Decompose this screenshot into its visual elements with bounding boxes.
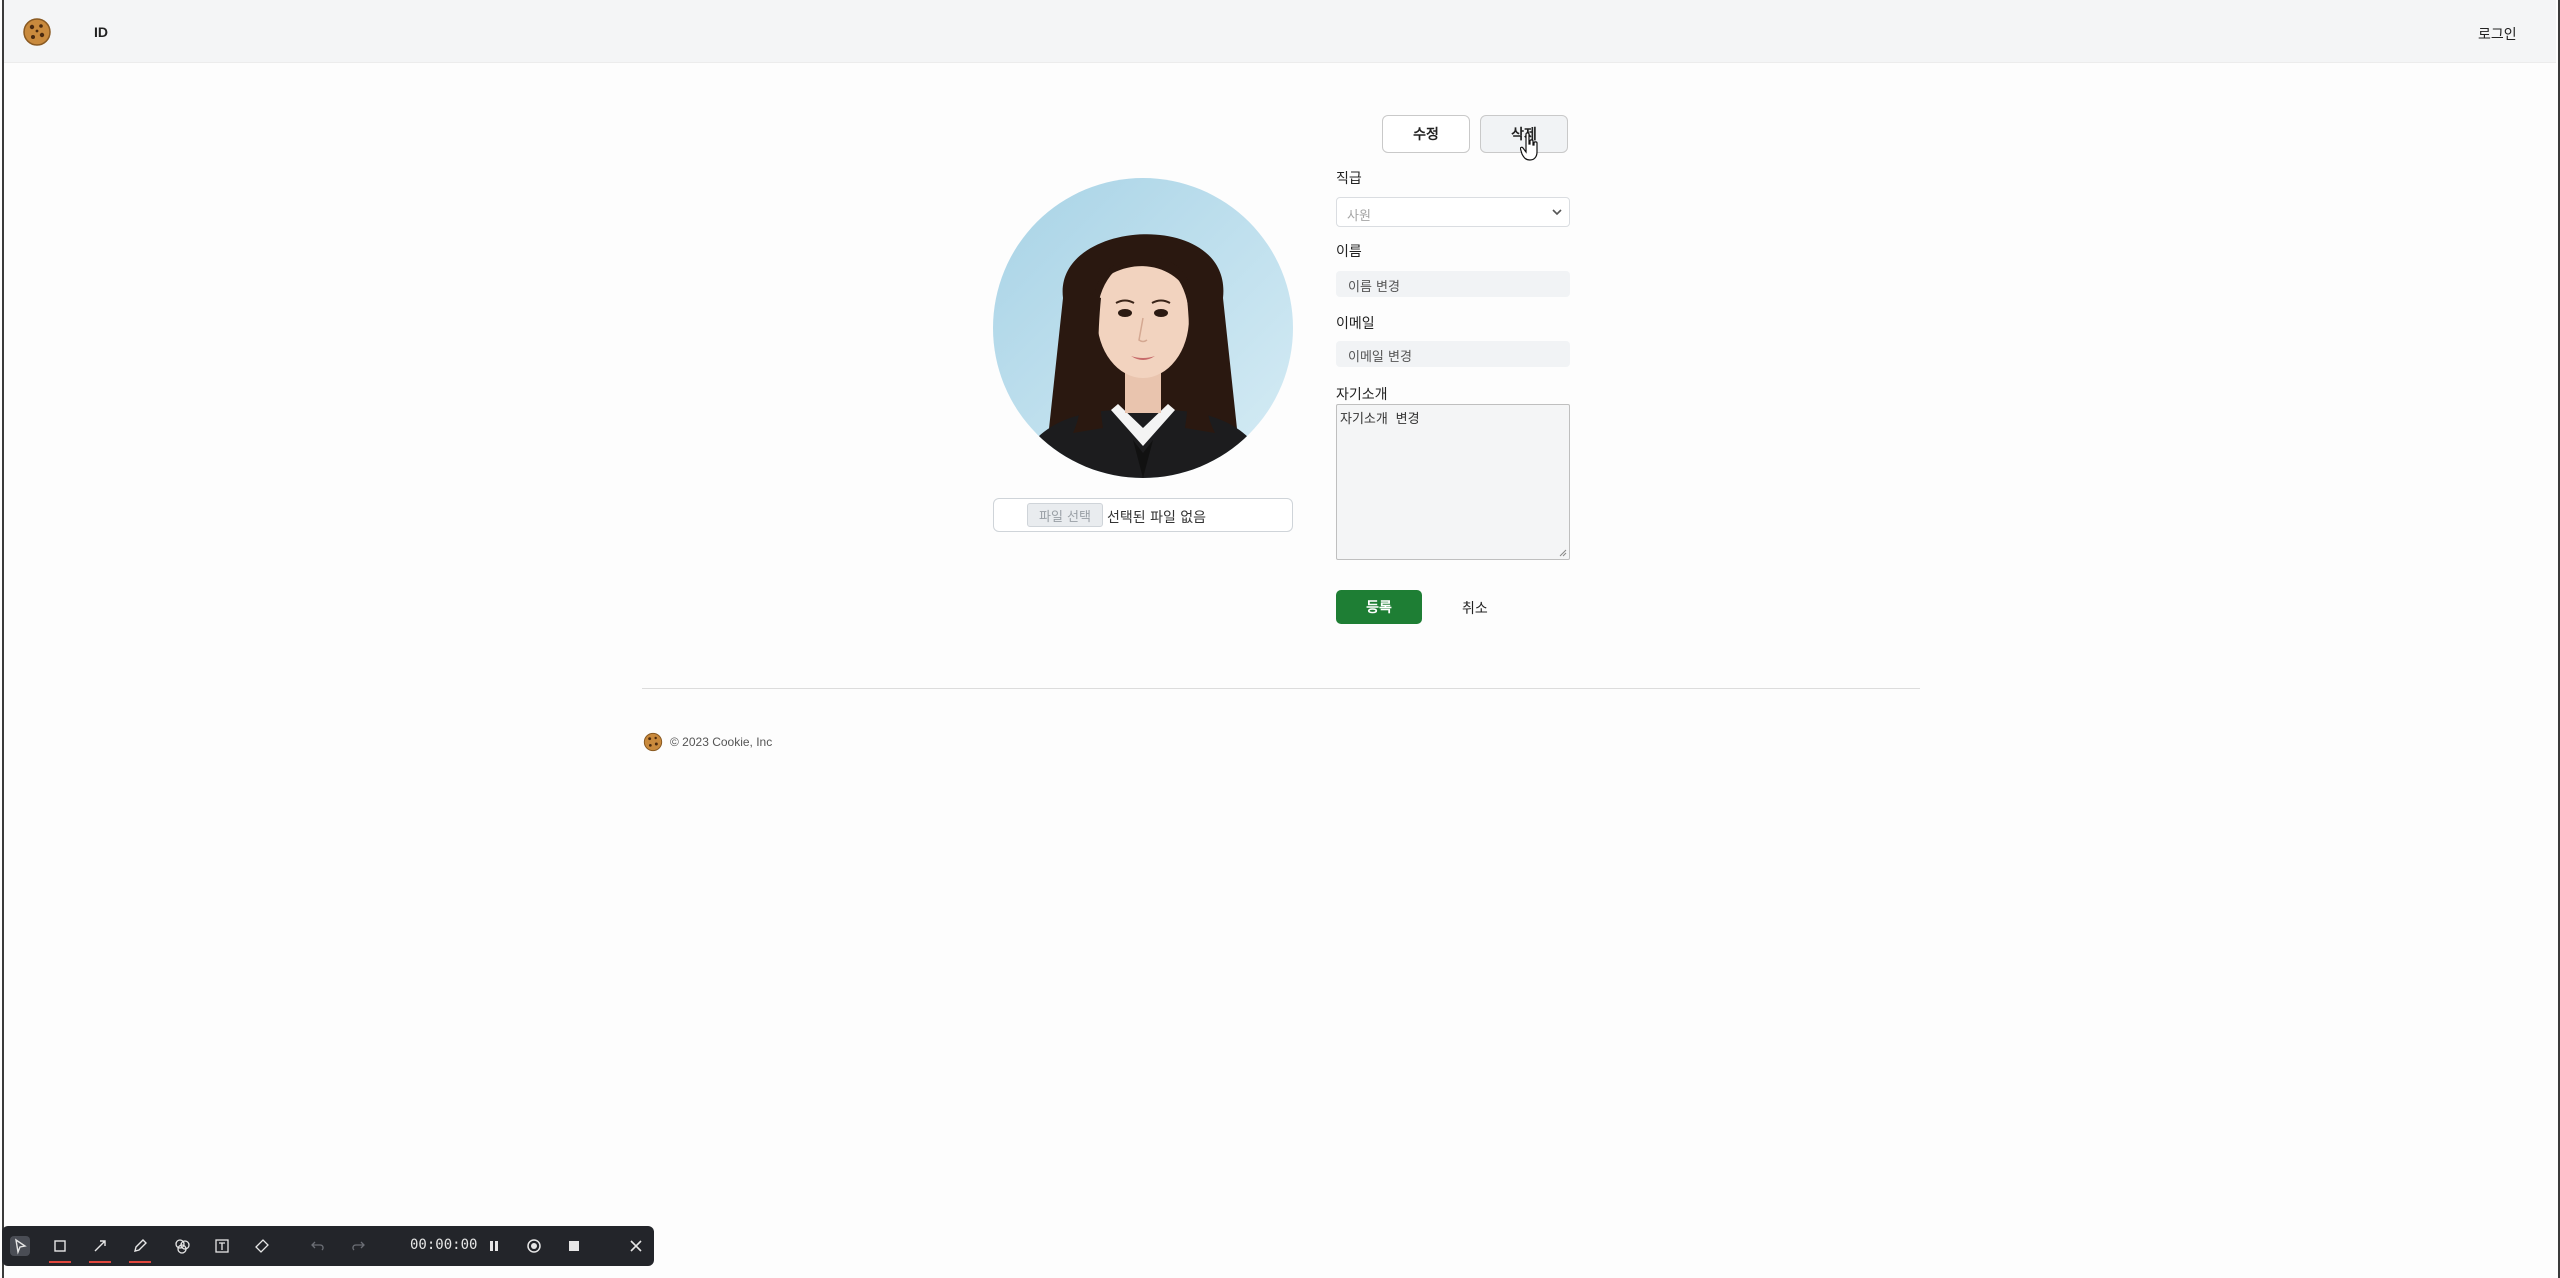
rectangle-color-indicator [49,1261,71,1263]
name-input[interactable]: 이름 변경 [1336,271,1570,297]
edit-button[interactable]: 수정 [1382,115,1470,153]
recorder-toolbar: 00:00:00 [2,1226,654,1266]
shapes-icon[interactable] [172,1236,192,1256]
record-icon[interactable] [524,1236,544,1256]
cancel-button[interactable]: 취소 [1462,598,1488,618]
bio-textarea[interactable]: 자기소개 변경 [1336,404,1570,560]
position-select-value: 사원 [1347,209,1371,224]
select-icon[interactable] [10,1236,30,1256]
profile-photo [993,178,1293,478]
window-left-edge [2,0,4,1278]
resize-grip-icon[interactable] [1559,549,1567,557]
login-link[interactable]: 로그인 [2478,24,2517,44]
footer-divider [642,688,1920,689]
file-status-text: 선택된 파일 없음 [1107,510,1207,526]
arrow-color-indicator [89,1261,111,1263]
email-label: 이메일 [1336,316,1375,332]
name-label: 이름 [1336,244,1362,260]
top-navbar: ID 로그인 [4,0,2556,63]
name-input-placeholder: 이름 변경 [1348,280,1400,295]
rectangle-icon[interactable] [50,1236,70,1256]
text-icon[interactable] [212,1236,232,1256]
bio-textarea-placeholder: 자기소개 변경 [1340,412,1420,427]
hand-pointer-icon [1520,132,1538,161]
cookie-logo-icon[interactable] [22,17,52,47]
recording-timer: 00:00:00 [410,1237,478,1253]
chevron-down-icon [1552,209,1562,216]
redo-icon[interactable] [348,1236,368,1256]
undo-icon[interactable] [308,1236,328,1256]
file-input[interactable]: 파일 선택 선택된 파일 없음 [993,498,1293,532]
email-input-placeholder: 이메일 변경 [1348,350,1412,365]
stop-icon[interactable] [564,1236,584,1256]
position-select[interactable]: 사원 [1336,197,1570,227]
arrow-icon[interactable] [90,1236,110,1256]
footer-copyright: © 2023 Cookie, Inc [670,735,773,749]
eraser-icon[interactable] [252,1236,272,1256]
cookie-logo-icon[interactable] [643,732,663,752]
pen-icon[interactable] [130,1236,150,1256]
close-icon[interactable] [626,1236,646,1256]
submit-button[interactable]: 등록 [1336,590,1422,624]
pen-color-indicator [129,1261,151,1263]
email-input[interactable]: 이메일 변경 [1336,341,1570,367]
file-select-button[interactable]: 파일 선택 [1027,503,1103,527]
position-label: 직급 [1336,171,1362,187]
bio-label: 자기소개 [1336,387,1388,403]
pause-icon[interactable] [484,1236,504,1256]
nav-id-link[interactable]: ID [94,24,108,40]
